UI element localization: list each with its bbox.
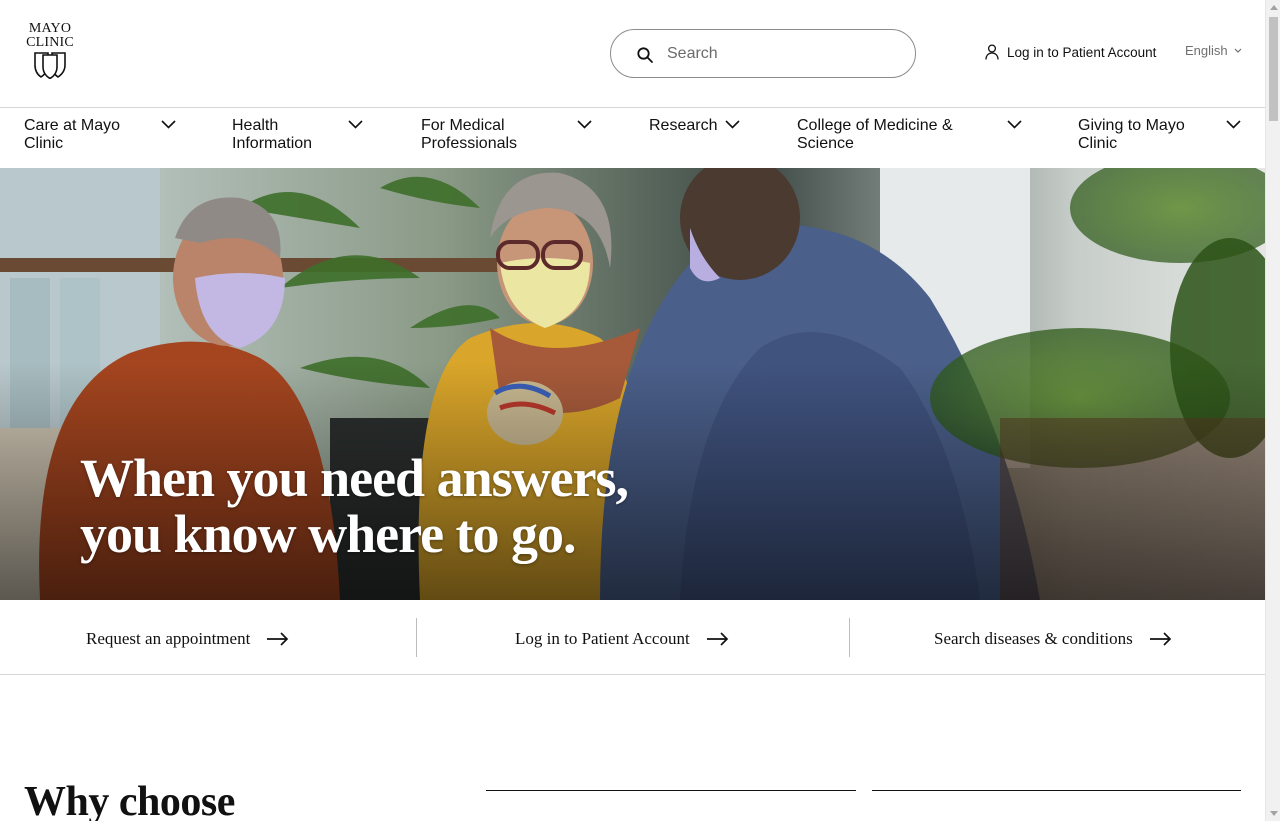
scroll-up-arrow[interactable] [1270, 5, 1278, 10]
scroll-down-arrow[interactable] [1270, 811, 1278, 816]
hero-headline-line-1: When you need answers, [80, 448, 629, 508]
nav-label-line-2: Professionals [421, 135, 518, 152]
login-patient-account-quick-link[interactable]: Log in to Patient Account [515, 629, 730, 649]
hero-headline-line-2: you know where to go. [80, 504, 577, 564]
login-link-label: Log in to Patient Account [1007, 44, 1157, 60]
nav-label-line-1: Research [649, 117, 718, 134]
page-scrollbar[interactable] [1265, 0, 1280, 821]
search-diseases-conditions-link[interactable]: Search diseases & conditions [934, 629, 1173, 649]
main-nav: Care at Mayo Clinic Health Information F… [0, 108, 1265, 168]
nav-item-for-medical-professionals[interactable]: For Medical Professionals [421, 117, 517, 153]
nav-item-college-of-medicine-science[interactable]: College of Medicine & Science [797, 117, 953, 153]
nav-label-line-1: Care at Mayo [24, 117, 121, 134]
logo-line-2: CLINIC [26, 35, 74, 50]
arrow-right-icon [706, 632, 728, 646]
search-input[interactable] [667, 42, 897, 66]
nav-label-line-1: For Medical [421, 117, 505, 134]
arrow-right-icon [1149, 632, 1171, 646]
scrollbar-thumb[interactable] [1269, 17, 1278, 121]
nav-label-line-1: Health [232, 117, 279, 134]
section-rule [872, 790, 1241, 791]
chevron-down-icon [1234, 48, 1242, 53]
search-icon [637, 47, 653, 63]
site-header: MAYO CLINIC Log in to Patient Account En… [0, 0, 1265, 108]
arrow-right-icon [267, 632, 289, 646]
nav-item-care-at-mayo-clinic[interactable]: Care at Mayo Clinic [24, 117, 120, 153]
section-rule [486, 790, 856, 791]
quick-link-label: Search diseases & conditions [934, 629, 1133, 648]
language-label: English [1185, 43, 1228, 58]
search-bar[interactable] [610, 29, 916, 78]
nav-item-research[interactable]: Research [649, 117, 717, 135]
why-choose-heading: Why choose [24, 779, 235, 821]
language-selector[interactable]: English [1185, 43, 1242, 58]
nav-label-line-2: Science [797, 135, 854, 152]
nav-item-giving-to-mayo-clinic[interactable]: Giving to Mayo Clinic [1078, 117, 1185, 153]
chevron-down-icon[interactable] [1007, 120, 1022, 129]
user-icon [985, 44, 999, 60]
quick-link-divider [416, 618, 417, 657]
quick-link-label: Request an appointment [86, 629, 251, 648]
nav-label-line-1: Giving to Mayo [1078, 117, 1185, 134]
chevron-down-icon[interactable] [1226, 120, 1241, 129]
nav-label-line-2: Information [232, 135, 313, 152]
mayo-shield-icon [34, 52, 66, 79]
quick-link-label: Log in to Patient Account [515, 629, 690, 648]
login-patient-account-link[interactable]: Log in to Patient Account [985, 42, 1156, 62]
mayo-clinic-logo[interactable]: MAYO CLINIC [24, 22, 76, 79]
quick-link-divider [849, 618, 850, 657]
nav-label-line-1: College of Medicine & [797, 117, 953, 134]
hero-headline: When you need answers, you know where to… [80, 448, 629, 564]
request-appointment-link[interactable]: Request an appointment [86, 629, 290, 649]
nav-label-line-2: Clinic [1078, 135, 1118, 152]
hero-banner: When you need answers, you know where to… [0, 168, 1265, 600]
chevron-down-icon[interactable] [348, 120, 363, 129]
quick-links-bar: Request an appointment Log in to Patient… [0, 600, 1265, 675]
chevron-down-icon[interactable] [577, 120, 592, 129]
chevron-down-icon[interactable] [725, 120, 740, 129]
logo-line-1: MAYO [28, 21, 72, 36]
nav-label-line-2: Clinic [24, 135, 64, 152]
nav-item-health-information[interactable]: Health Information [232, 117, 312, 153]
chevron-down-icon[interactable] [161, 120, 176, 129]
